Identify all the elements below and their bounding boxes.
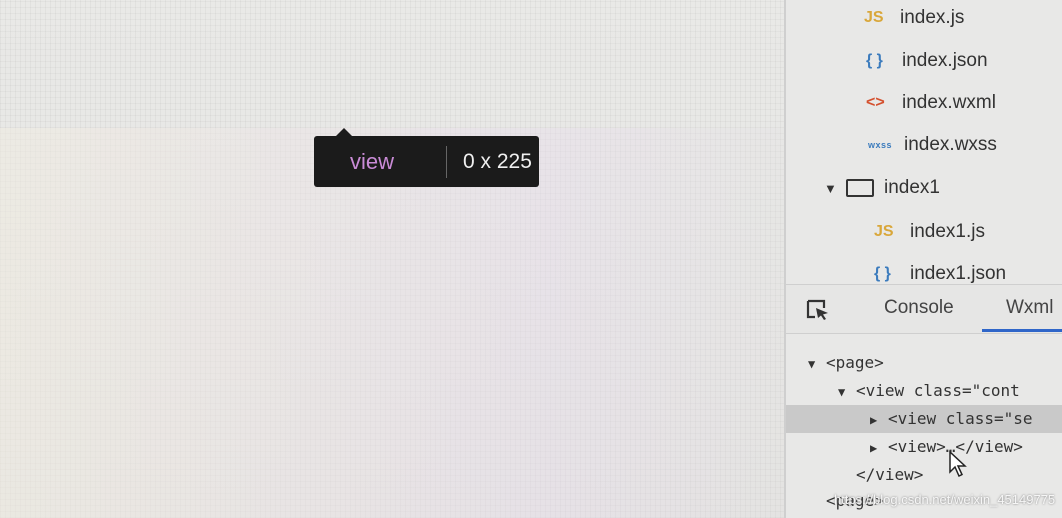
json-file-icon: { } bbox=[866, 52, 883, 69]
active-tab-indicator bbox=[982, 329, 1062, 332]
simulator-viewport: view 0 x 225 bbox=[0, 0, 784, 518]
file-item-label: index.json bbox=[902, 50, 988, 71]
file-item-label: index.js bbox=[900, 7, 965, 28]
inspect-element-icon[interactable] bbox=[806, 299, 830, 321]
file-item-label: index.wxml bbox=[902, 92, 996, 113]
file-item-index1-js[interactable]: JS index1.js bbox=[874, 217, 985, 247]
tooltip-element-size: 0 x 225 bbox=[463, 149, 532, 173]
wxss-file-icon: wxss bbox=[868, 140, 893, 150]
js-file-icon: JS bbox=[874, 223, 894, 240]
file-item-label: index.wxss bbox=[904, 134, 997, 155]
devtools-tab-bar: Console Wxml bbox=[786, 284, 1062, 334]
tab-wxml[interactable]: Wxml bbox=[1006, 297, 1053, 319]
file-item-label: index1.json bbox=[910, 263, 1007, 284]
wxml-node-view-selected[interactable]: ▶ <view class="se bbox=[786, 405, 1062, 433]
file-item-index-wxml[interactable]: <> index.wxml bbox=[866, 88, 996, 118]
right-panel: JS index.js { } index.json <> index.wxml… bbox=[784, 0, 1062, 518]
js-file-icon: JS bbox=[864, 9, 884, 26]
wxml-tree: ▼ <page> ▼ <view class="cont ▶ <view class=… bbox=[786, 333, 1062, 518]
wxml-node-view-close: </view> bbox=[856, 465, 924, 484]
triangle-down-icon[interactable]: ▼ bbox=[838, 378, 856, 406]
file-item-index-json[interactable]: { } index.json bbox=[866, 46, 988, 76]
watermark: https://blog.csdn.net/weixin_45149775 bbox=[834, 492, 1056, 507]
triangle-right-icon[interactable]: ▶ bbox=[870, 406, 888, 434]
folder-item-label: index1 bbox=[884, 177, 940, 198]
tab-console[interactable]: Console bbox=[884, 297, 954, 319]
triangle-right-icon[interactable]: ▶ bbox=[870, 434, 888, 462]
wxml-node-view-collapsed[interactable]: ▶ <view>…</view> bbox=[870, 433, 1023, 461]
file-item-index-js[interactable]: JS index.js bbox=[864, 3, 964, 33]
chevron-down-icon[interactable]: ▼ bbox=[824, 181, 846, 196]
file-item-label: index1.js bbox=[910, 221, 985, 242]
folder-open-icon bbox=[846, 179, 874, 197]
tooltip-arrow bbox=[336, 128, 352, 136]
element-size-tooltip: view 0 x 225 bbox=[314, 136, 539, 187]
file-tree: JS index.js { } index.json <> index.wxml… bbox=[786, 0, 1062, 284]
wxml-node-page[interactable]: ▼ <page> bbox=[808, 349, 884, 377]
wxml-node-view-container[interactable]: ▼ <view class="cont bbox=[838, 377, 1020, 405]
triangle-down-icon[interactable]: ▼ bbox=[808, 350, 826, 378]
wxml-file-icon: <> bbox=[866, 94, 885, 111]
file-item-index1-json[interactable]: { } index1.json bbox=[874, 259, 1006, 284]
json-file-icon: { } bbox=[874, 265, 891, 282]
file-item-index-wxss[interactable]: wxss index.wxss bbox=[868, 130, 997, 160]
folder-item-index1[interactable]: ▼ index1 bbox=[824, 173, 940, 203]
tooltip-separator bbox=[446, 145, 447, 178]
mouse-cursor-icon bbox=[949, 450, 967, 478]
tooltip-element-name: view bbox=[350, 148, 395, 174]
